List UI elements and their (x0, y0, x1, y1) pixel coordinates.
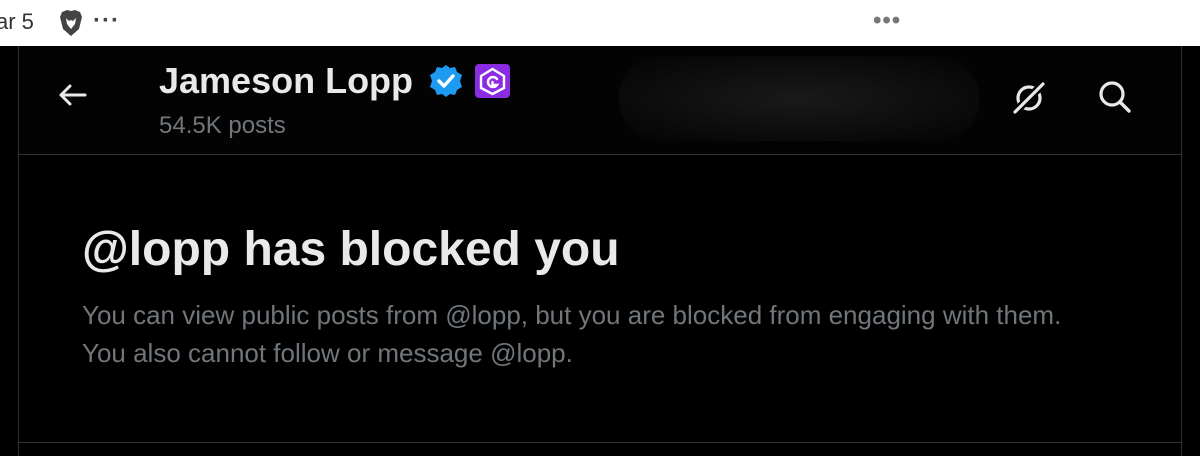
browser-top-strip: ar 5 ··· ••• (0, 0, 1200, 46)
grok-icon[interactable] (1009, 78, 1049, 118)
column-border-right (1181, 46, 1182, 456)
profile-page: Jameson Lopp 54.5K posts @lopp has block… (0, 46, 1200, 456)
blocked-title: @lopp has blocked you (82, 223, 620, 276)
profile-header: Jameson Lopp 54.5K posts (19, 46, 1181, 155)
verified-badge-icon[interactable] (429, 64, 463, 98)
arrow-left-icon[interactable] (55, 78, 89, 112)
affiliate-badge-icon[interactable] (475, 64, 510, 98)
profile-name: Jameson Lopp (159, 60, 414, 101)
window-drag-handle-dots[interactable]: ••• (873, 7, 901, 35)
blocked-description: You can view public posts from @lopp, bu… (82, 300, 1062, 368)
section-divider (19, 442, 1181, 443)
brave-lion-icon[interactable] (58, 9, 84, 37)
date-fragment: ar 5 (0, 9, 34, 34)
banner-background (619, 56, 979, 141)
post-count: 54.5K posts (159, 112, 286, 139)
search-icon[interactable] (1095, 77, 1135, 117)
browser-menu-dots[interactable]: ··· (93, 7, 120, 35)
